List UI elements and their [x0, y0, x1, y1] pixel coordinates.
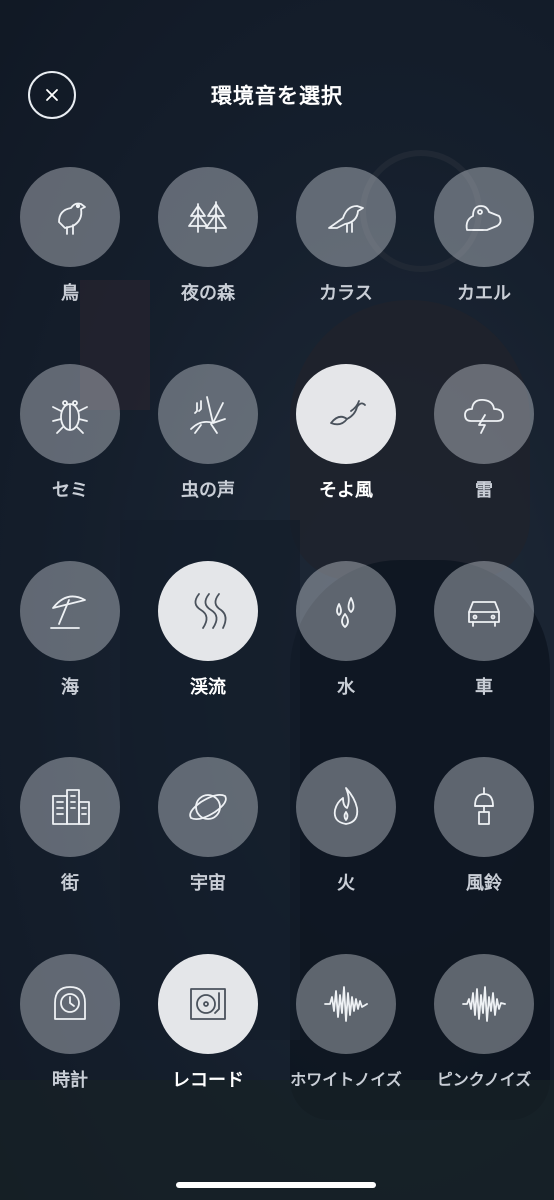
sound-tile-forest[interactable]: 夜の森	[143, 167, 273, 337]
sound-tile-crow[interactable]: カラス	[281, 167, 411, 337]
beach-umbrella-icon	[50, 595, 86, 629]
sound-tile-city-buildings[interactable]: 街	[5, 757, 135, 927]
city-buildings-icon	[52, 789, 90, 825]
sound-label: 火	[337, 873, 355, 894]
sound-button[interactable]	[434, 757, 534, 857]
sound-button[interactable]	[158, 954, 258, 1054]
sound-tile-water-drops[interactable]: 水	[281, 561, 411, 731]
sound-button[interactable]	[296, 561, 396, 661]
sound-tile-frog[interactable]: カエル	[419, 167, 549, 337]
sound-button[interactable]	[20, 167, 120, 267]
pink-noise-wave-icon	[462, 986, 506, 1022]
frog-icon	[465, 205, 502, 231]
sound-label: 鳥	[61, 283, 79, 304]
white-noise-wave-icon	[324, 986, 368, 1022]
sound-button[interactable]	[20, 954, 120, 1054]
wind-chime-icon	[474, 787, 494, 825]
sound-button[interactable]	[296, 757, 396, 857]
record-player-icon	[190, 988, 226, 1020]
forest-icon	[188, 201, 227, 233]
sound-tile-clock[interactable]: 時計	[5, 954, 135, 1124]
sound-button[interactable]	[158, 757, 258, 857]
sound-label: 時計	[52, 1070, 88, 1091]
cicada-icon	[52, 400, 88, 434]
crow-icon	[328, 205, 364, 233]
stream-icon	[194, 593, 227, 629]
sound-label: カエル	[457, 283, 511, 304]
sound-tile-fire[interactable]: 火	[281, 757, 411, 927]
sound-label: 海	[61, 677, 79, 698]
sound-label: 虫の声	[181, 480, 235, 501]
sound-grid: 鳥 夜の森 カラス カエルセミ 虫の声 そよ風 雷海 渓流 水 車街 宇宙 火 風鈴時計 レコード ホワイト…	[0, 0, 554, 1200]
sound-tile-breeze[interactable]: そよ風	[281, 364, 411, 534]
breeze-icon	[330, 400, 366, 426]
sound-button[interactable]	[20, 561, 120, 661]
bird-icon	[58, 202, 86, 235]
sound-tile-record-player[interactable]: レコード	[143, 954, 273, 1124]
sound-tile-cicada[interactable]: セミ	[5, 364, 135, 534]
sound-tile-cricket[interactable]: 虫の声	[143, 364, 273, 534]
sound-button[interactable]	[158, 167, 258, 267]
sound-tile-car[interactable]: 車	[419, 561, 549, 731]
sound-label: 街	[61, 873, 79, 894]
sound-label: 渓流	[190, 677, 226, 698]
sound-label: カラス	[319, 283, 373, 304]
sound-button[interactable]	[434, 561, 534, 661]
cricket-icon	[190, 396, 226, 434]
sound-tile-pink-noise-wave[interactable]: ピンクノイズ	[419, 954, 549, 1124]
sound-label: ピンクノイズ	[436, 1070, 532, 1089]
sound-label: 風鈴	[466, 873, 502, 894]
sound-tile-beach-umbrella[interactable]: 海	[5, 561, 135, 731]
sound-tile-stream[interactable]: 渓流	[143, 561, 273, 731]
sound-label: レコード	[172, 1070, 244, 1091]
sound-label: 水	[337, 677, 355, 698]
sound-button[interactable]	[158, 364, 258, 464]
sound-button[interactable]	[434, 167, 534, 267]
sound-label: 雷	[475, 480, 493, 501]
sound-button[interactable]	[296, 954, 396, 1054]
sound-label: 車	[475, 677, 493, 698]
sound-button[interactable]	[296, 364, 396, 464]
sound-button[interactable]	[434, 364, 534, 464]
sound-tile-white-noise-wave[interactable]: ホワイトノイズ	[281, 954, 411, 1124]
sound-tile-wind-chime[interactable]: 風鈴	[419, 757, 549, 927]
car-icon	[468, 601, 500, 627]
sound-label: ホワイトノイズ	[290, 1070, 402, 1089]
sound-button[interactable]	[434, 954, 534, 1054]
home-indicator	[176, 1182, 376, 1188]
sound-tile-thunder[interactable]: 雷	[419, 364, 549, 534]
sound-label: セミ	[52, 480, 88, 501]
sound-tile-bird[interactable]: 鳥	[5, 167, 135, 337]
sound-button[interactable]	[20, 364, 120, 464]
thunder-icon	[464, 399, 504, 434]
planet-icon	[189, 793, 227, 821]
water-drops-icon	[336, 597, 355, 628]
sound-label: 宇宙	[190, 873, 226, 894]
sound-button[interactable]	[158, 561, 258, 661]
fire-icon	[333, 787, 359, 825]
sound-label: そよ風	[319, 480, 373, 501]
sound-tile-planet[interactable]: 宇宙	[143, 757, 273, 927]
sound-button[interactable]	[20, 757, 120, 857]
sound-button[interactable]	[296, 167, 396, 267]
clock-icon	[54, 986, 86, 1020]
sound-label: 夜の森	[181, 283, 235, 304]
